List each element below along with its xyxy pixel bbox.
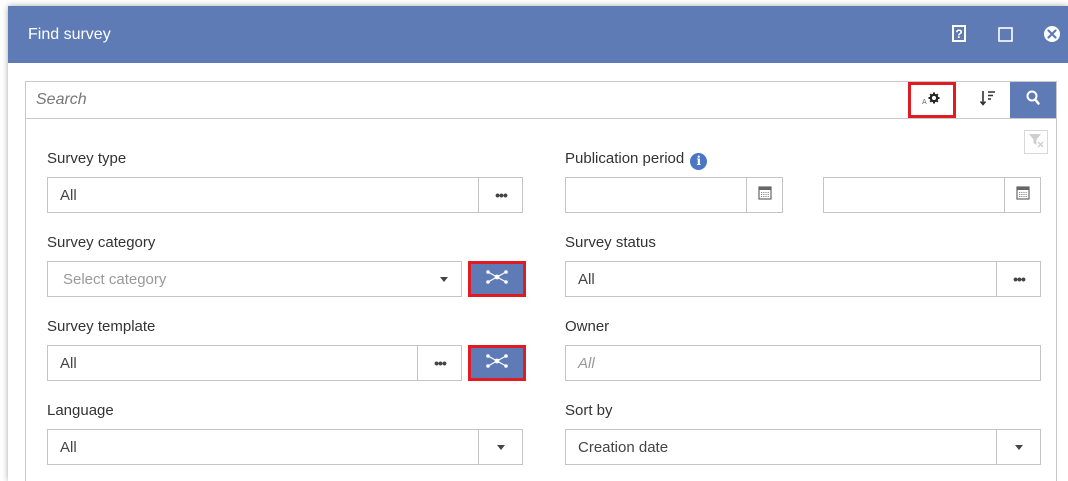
dialog-titlebar: Find survey ? <box>8 6 1068 63</box>
sort-order-icon <box>979 89 996 112</box>
owner-label: Owner <box>565 318 610 335</box>
calendar-icon <box>1016 185 1030 205</box>
survey-category-placeholder: Select category <box>63 271 167 288</box>
chevron-down-icon <box>1015 444 1023 450</box>
language-label: Language <box>47 402 114 419</box>
calendar-icon <box>758 185 772 205</box>
more-icon: ••• <box>434 355 447 371</box>
survey-category-dropdown[interactable] <box>426 262 461 296</box>
clear-filters-button[interactable] <box>1024 130 1048 154</box>
hierarchy-tree-icon <box>484 353 510 374</box>
survey-status-browse-button[interactable]: ••• <box>996 262 1041 296</box>
advanced-settings-icon: A <box>921 89 943 112</box>
survey-template-label: Survey template <box>47 318 156 335</box>
svg-text:?: ? <box>955 27 962 41</box>
sort-by-select[interactable]: Creation date <box>565 429 1041 465</box>
chevron-down-icon <box>497 444 505 450</box>
dialog-content: A <box>8 63 1068 481</box>
sort-order-button[interactable] <box>972 82 1004 118</box>
search-input[interactable] <box>26 82 896 118</box>
close-icon[interactable] <box>1042 24 1062 44</box>
language-dropdown[interactable] <box>478 430 523 464</box>
chevron-down-icon <box>439 276 448 282</box>
help-icon[interactable]: ? <box>950 24 970 44</box>
search-button[interactable] <box>1010 82 1056 118</box>
publication-to-calendar-button[interactable] <box>1004 178 1041 212</box>
survey-status-label: Survey status <box>565 234 656 251</box>
owner-field[interactable]: All <box>565 345 1041 381</box>
survey-type-browse-button[interactable]: ••• <box>478 178 523 212</box>
sort-by-label: Sort by <box>565 402 613 419</box>
sort-by-value: Creation date <box>578 439 669 456</box>
survey-type-label: Survey type <box>47 150 127 167</box>
survey-type-field[interactable]: All ••• <box>47 177 523 213</box>
publication-from-calendar-button[interactable] <box>746 178 783 212</box>
svg-text:A: A <box>922 99 927 106</box>
survey-status-value: All <box>578 271 595 288</box>
language-select[interactable]: All <box>47 429 523 465</box>
sort-by-dropdown[interactable] <box>996 430 1041 464</box>
info-icon[interactable]: i <box>690 153 708 170</box>
survey-category-label: Survey category <box>47 234 156 251</box>
language-value: All <box>60 439 77 456</box>
survey-type-value: All <box>60 187 77 204</box>
publication-period-from-field[interactable] <box>565 177 783 213</box>
hierarchy-tree-icon <box>484 269 510 290</box>
publication-period-label: Publication period i <box>565 150 708 170</box>
survey-template-field[interactable]: All ••• <box>47 345 462 381</box>
publication-period-text: Publication period <box>565 150 685 167</box>
more-icon: ••• <box>1013 271 1026 287</box>
owner-placeholder: All <box>578 355 595 372</box>
search-bar: A <box>26 82 1056 119</box>
maximize-icon[interactable] <box>996 24 1016 44</box>
find-survey-dialog: Find survey ? Search A Survey type All •… <box>8 6 1068 481</box>
survey-template-value: All <box>60 355 77 372</box>
advanced-settings-button[interactable]: A <box>908 82 956 118</box>
survey-template-browse-button[interactable]: ••• <box>417 346 462 380</box>
search-icon <box>1025 89 1041 112</box>
survey-category-select[interactable]: Select category <box>47 261 462 297</box>
survey-status-field[interactable]: All ••• <box>565 261 1041 297</box>
search-panel: A <box>25 81 1057 481</box>
survey-category-tree-button[interactable] <box>468 261 526 297</box>
publication-period-to-field[interactable] <box>823 177 1041 213</box>
dialog-title: Find survey <box>28 26 111 43</box>
survey-template-tree-button[interactable] <box>468 345 526 381</box>
more-icon: ••• <box>495 187 508 203</box>
clear-filter-icon <box>1028 132 1044 153</box>
